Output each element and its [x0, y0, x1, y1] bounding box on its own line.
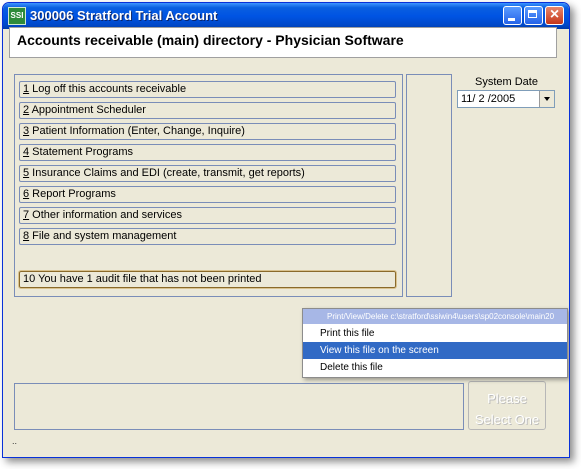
please-select-button[interactable]: Please Select One: [468, 381, 546, 430]
menu-item-report-programs[interactable]: 6 Report Programs: [19, 186, 396, 203]
menu-item-label: Statement Programs: [29, 146, 134, 158]
minimize-button[interactable]: [503, 6, 522, 25]
menu-item-label: Insurance Claims and EDI (create, transm…: [29, 167, 305, 179]
menu-item-log-off[interactable]: 1 Log off this accounts receivable: [19, 81, 396, 98]
title-bar[interactable]: SSI 300006 Stratford Trial Account ×: [3, 3, 569, 29]
menu-item-label: File and system management: [29, 230, 177, 242]
context-item-view[interactable]: View this file on the screen: [303, 342, 567, 359]
please-select-line1: Please: [487, 391, 527, 406]
context-item-print[interactable]: Print this file: [303, 325, 567, 342]
chevron-down-icon[interactable]: [539, 91, 554, 107]
app-icon: SSI: [8, 7, 26, 25]
menu-item-label: Other information and services: [29, 209, 182, 221]
menu-item-other-information[interactable]: 7 Other information and services: [19, 207, 396, 224]
context-menu-header: Print/View/Delete c:\stratford\ssiwin4\u…: [303, 309, 567, 324]
message-panel: [14, 383, 464, 430]
menu-item-insurance-claims[interactable]: 5 Insurance Claims and EDI (create, tran…: [19, 165, 396, 182]
side-blank-panel: [406, 74, 452, 297]
minimize-icon: [508, 18, 515, 21]
menu-item-label: Patient Information (Enter, Change, Inqu…: [29, 125, 245, 137]
menu-item-label: Report Programs: [29, 188, 116, 200]
header-panel: Accounts receivable (main) directory - P…: [9, 27, 557, 58]
audit-file-button[interactable]: 10 You have 1 audit file that has not be…: [18, 270, 397, 289]
menu-item-label: Log off this accounts receivable: [29, 83, 187, 95]
menu-item-statement-programs[interactable]: 4 Statement Programs: [19, 144, 396, 161]
menu-item-label: Appointment Scheduler: [29, 104, 146, 116]
maximize-button[interactable]: [524, 6, 543, 25]
status-dots: ..: [12, 436, 18, 446]
close-button[interactable]: ×: [545, 6, 564, 25]
main-menu-panel: 1 Log off this accounts receivable 2 App…: [14, 74, 403, 297]
close-icon: ×: [549, 6, 560, 23]
menu-item-file-management[interactable]: 8 File and system management: [19, 228, 396, 245]
maximize-icon: [528, 10, 537, 18]
app-window: SSI 300006 Stratford Trial Account × Acc…: [2, 2, 570, 458]
system-date-value: 11/ 2 /2005: [461, 93, 516, 105]
window-title: 300006 Stratford Trial Account: [30, 8, 218, 23]
system-date-picker[interactable]: 11/ 2 /2005: [457, 90, 555, 108]
file-context-menu: Print/View/Delete c:\stratford\ssiwin4\u…: [302, 308, 568, 378]
system-date-label: System Date: [475, 76, 538, 88]
page-title: Accounts receivable (main) directory - P…: [17, 32, 404, 48]
context-item-delete[interactable]: Delete this file: [303, 359, 567, 376]
please-select-line2: Select One: [474, 412, 540, 427]
menu-item-patient-information[interactable]: 3 Patient Information (Enter, Change, In…: [19, 123, 396, 140]
menu-item-appointment-scheduler[interactable]: 2 Appointment Scheduler: [19, 102, 396, 119]
